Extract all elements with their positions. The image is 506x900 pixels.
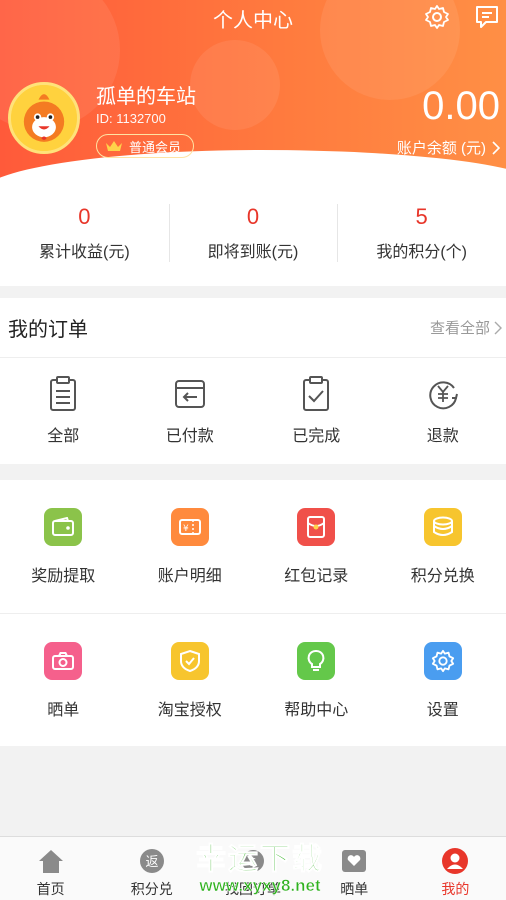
orders-title: 我的订单 — [8, 319, 88, 341]
find-order-icon: $ — [242, 850, 264, 872]
order-filter-label: 全部 — [47, 428, 80, 445]
yen-refund-icon — [429, 381, 458, 410]
my-orders-section: 我的订单 查看全部 全部 已付款 已完成 退款 — [0, 298, 506, 464]
user-id: ID: 1132700 — [96, 111, 166, 126]
order-filter-completed[interactable]: 已完成 — [253, 358, 380, 464]
nav-show-order[interactable]: 晒单 — [304, 837, 405, 900]
message-icon[interactable] — [474, 4, 500, 30]
stat-total-earnings[interactable]: 0 累计收益(元) — [0, 190, 169, 286]
stats-bar: 0 累计收益(元) 0 即将到账(元) 5 我的积分(个) — [0, 190, 506, 286]
red-envelope-records-button[interactable]: 红包记录 — [253, 480, 380, 613]
heart-photo-icon — [342, 850, 367, 872]
reward-withdraw-button[interactable]: 奖励提取 — [0, 480, 127, 613]
orders-header: 我的订单 查看全部 — [0, 298, 506, 358]
nav-home[interactable]: 首页 — [0, 837, 101, 900]
service-label: 帮助中心 — [284, 702, 349, 719]
stat-label: 即将到账(元) — [207, 244, 299, 261]
stat-value: 0 — [78, 204, 91, 229]
service-label: 积分兑换 — [410, 568, 475, 585]
settings-button[interactable]: 设置 — [380, 614, 506, 746]
service-label: 晒单 — [47, 702, 80, 719]
points-exchange-button[interactable]: 积分兑换 — [380, 480, 506, 613]
order-filter-all[interactable]: 全部 — [0, 358, 127, 464]
order-filter-paid[interactable]: 已付款 — [127, 358, 254, 464]
nav-label: 首页 — [36, 881, 65, 897]
svg-text:¥: ¥ — [183, 524, 189, 534]
nav-label: 我的 — [441, 881, 470, 897]
profile-header: 个人中心 孤单的车站 ID: 1132700 普通会员 0.00 账户余额 (元… — [0, 0, 506, 190]
coins-icon — [423, 508, 462, 546]
order-filter-refund[interactable]: 退款 — [380, 358, 506, 464]
shield-check-icon — [170, 642, 209, 680]
account-details-button[interactable]: ¥ 账户明细 — [127, 480, 254, 613]
service-label: 账户明细 — [157, 568, 222, 585]
lightbulb-icon — [297, 642, 336, 680]
gear-icon — [423, 642, 462, 680]
stat-value: 5 — [415, 204, 428, 229]
service-label: 红包记录 — [284, 568, 349, 585]
username: 孤单的车站 — [96, 86, 196, 108]
help-center-button[interactable]: 帮助中心 — [253, 614, 380, 746]
nav-mine[interactable]: 我的 — [405, 837, 506, 900]
camera-icon — [44, 642, 83, 680]
stat-label: 我的积分(个) — [376, 244, 468, 261]
avatar[interactable] — [8, 82, 80, 154]
nav-label: 晒单 — [340, 881, 369, 897]
mascot-avatar-icon — [11, 85, 77, 151]
service-grid: 奖励提取 ¥ 账户明细 红包记录 积分兑换 晒单 淘宝授权 帮助中心 设置 — [0, 480, 506, 746]
order-filter-label: 退款 — [426, 428, 459, 445]
red-envelope-icon — [297, 508, 336, 546]
member-level-badge[interactable]: 普通会员 — [96, 134, 195, 158]
payment-return-icon — [174, 380, 205, 408]
taobao-auth-button[interactable]: 淘宝授权 — [127, 614, 254, 746]
return-badge-icon: 返 — [139, 849, 164, 873]
service-label: 设置 — [426, 702, 459, 719]
check-clipboard-icon — [303, 376, 330, 411]
nav-points[interactable]: 返 积分兑 — [101, 837, 202, 900]
order-filter-label: 已完成 — [292, 428, 341, 445]
show-order-button[interactable]: 晒单 — [0, 614, 127, 746]
stat-value: 0 — [246, 204, 260, 229]
view-all-orders-link[interactable]: 查看全部 — [430, 317, 502, 338]
ticket-icon: ¥ — [170, 508, 209, 546]
gear-icon[interactable] — [424, 4, 450, 30]
bottom-nav: 首页 返 积分兑 $ 找回订单 晒单 我的 — [0, 836, 506, 900]
service-label: 淘宝授权 — [157, 702, 222, 719]
nav-label: 找回订单 — [225, 881, 281, 897]
stat-label: 累计收益(元) — [39, 244, 130, 261]
user-icon — [442, 848, 469, 874]
stat-pending[interactable]: 0 即将到账(元) — [168, 190, 338, 286]
member-level-label: 普通会员 — [129, 139, 182, 155]
clipboard-icon — [50, 376, 77, 411]
balance-link[interactable]: 账户余额 (元) — [397, 137, 500, 158]
stat-points[interactable]: 5 我的积分(个) — [337, 190, 506, 286]
account-balance: 0.00 — [422, 84, 500, 128]
balance-label: 账户余额 (元) — [396, 140, 486, 157]
nav-find-order[interactable]: $ 找回订单 — [202, 837, 303, 900]
nav-badge: 返 — [145, 855, 158, 870]
nav-label: 积分兑 — [130, 881, 173, 897]
wallet-icon — [44, 508, 83, 546]
chevron-right-icon — [492, 140, 500, 155]
view-all-label: 查看全部 — [429, 320, 490, 337]
crown-icon — [106, 141, 122, 151]
chevron-right-icon — [494, 321, 502, 334]
svg-text:$: $ — [249, 855, 257, 869]
service-label: 奖励提取 — [31, 568, 96, 585]
order-filter-label: 已付款 — [165, 428, 214, 445]
home-icon — [38, 850, 63, 873]
